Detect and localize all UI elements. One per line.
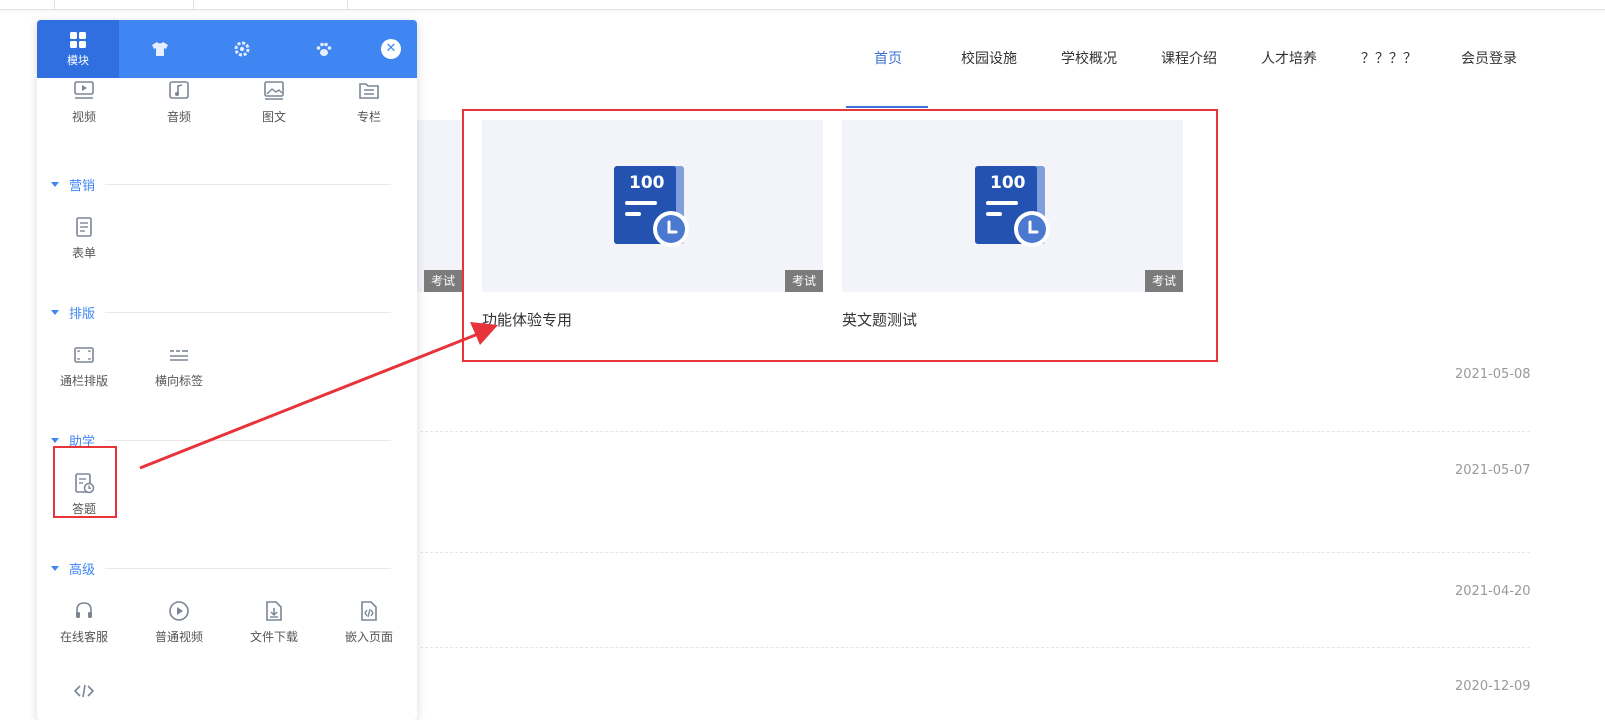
annotation-arrow [139, 322, 498, 470]
